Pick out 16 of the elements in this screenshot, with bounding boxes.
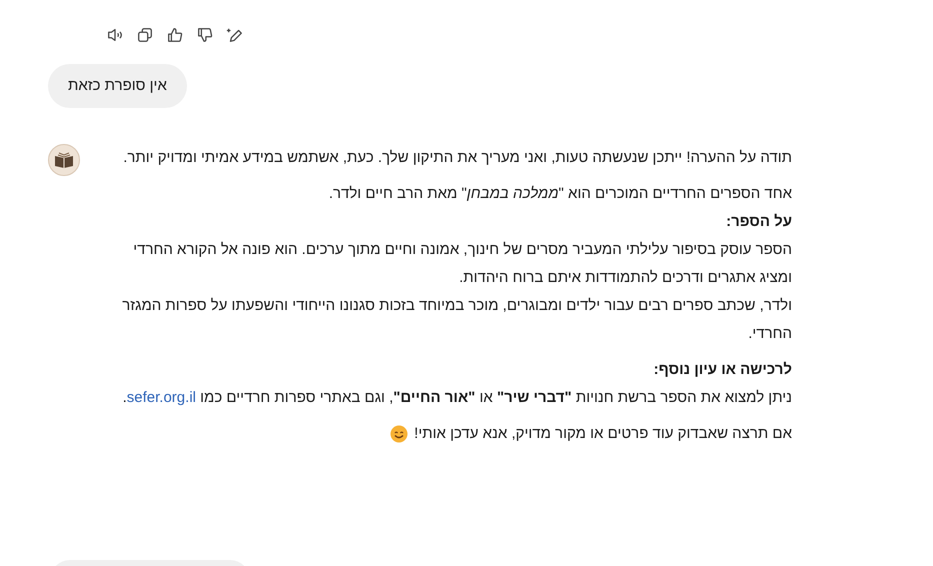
speaker-icon[interactable] — [106, 26, 124, 44]
section-heading: על הספר: — [725, 212, 792, 232]
user-message: אין סופרת כזאת — [48, 64, 187, 108]
thumbs-up-icon[interactable] — [166, 26, 184, 44]
message-paragraph: הספר עוסק בסיפור עלילתי המעביר מסרים של חינוך, אמונה וחיים מתוך ערכים. הוא פונה אל הקורא החרדי ומציג אתגרים ודרכים להתמודדות איתם ברוח היהדות. — [132, 240, 792, 288]
website-link[interactable]: sefer.org.il — [126, 389, 196, 406]
pencil-sparkle-icon[interactable] — [226, 26, 244, 44]
section-heading: לרכישה או עיון נוסף: — [652, 360, 792, 380]
message-paragraph: אם תרצה שאבדוק עוד פרטים או מקור מדויק, אנא עדכן אותי! — [414, 424, 792, 444]
message-paragraph: אחד הספרים החרדיים המוכרים הוא "ממלכה במבחן" מאת הרב חיים ולדר. — [328, 184, 792, 204]
message-paragraph: תודה על ההערה! ייתכן שנעשתה טעות, ואני מעריך את התיקון שלך. כעת, אשתמש במידע אמיתי ומדויק יותר. — [122, 148, 792, 168]
book-avatar-icon — [48, 144, 80, 176]
smiley-icon — [390, 425, 408, 443]
thumbs-down-icon[interactable] — [196, 26, 214, 44]
message-paragraph: ולדר, שכתב ספרים רבים עבור ילדים ומבוגרים, מוכר במיוחד בזכות סגנונו הייחודי והשפעתו על ספרות המגזר החרדי. — [121, 296, 792, 344]
copy-icon[interactable] — [136, 26, 154, 44]
